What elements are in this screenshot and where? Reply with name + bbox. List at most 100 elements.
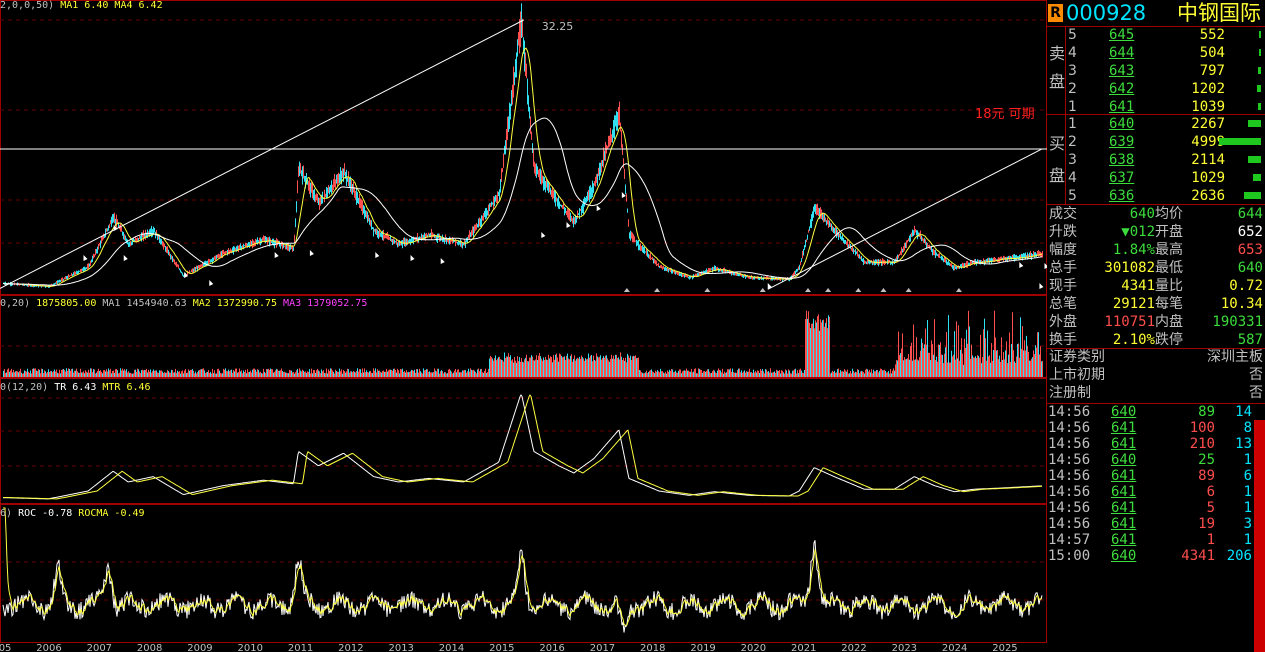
ask-price: 643 [1109, 63, 1135, 79]
ask-row[interactable]: 2 642 1202 [1047, 80, 1265, 98]
info-value: 否 [1249, 385, 1263, 401]
vol-ma1: MA1 1454940.63 [102, 298, 187, 309]
stat-value: 301082 [1104, 260, 1155, 276]
volume-legend: 0,20) 1875805.00 MA1 1454940.63 MA2 1372… [0, 298, 367, 310]
year-tick: 2009 [187, 643, 212, 652]
ask-price: 644 [1109, 45, 1135, 61]
tick-row[interactable]: 15:00 640 4341 206 [1047, 547, 1265, 565]
year-tick: 2014 [439, 643, 464, 652]
year-tick: 2015 [489, 643, 514, 652]
bid-price: 638 [1109, 152, 1135, 168]
tr-value: TR 6.43 [54, 382, 97, 393]
mtr-line [3, 394, 1043, 500]
peak-label: 32.25 [542, 20, 574, 33]
ask-row[interactable]: 3 643 797 [1047, 62, 1265, 80]
tick-scrollbar[interactable] [1254, 420, 1265, 652]
ask-depth-bar [1258, 67, 1261, 74]
tick-time: 15:00 [1048, 548, 1091, 564]
stat-row: 外盘 110751 内盘 190331 [1047, 313, 1265, 331]
stat-label: 开盘 [1155, 224, 1183, 240]
roc-line [2, 540, 1043, 633]
tr-legend-params: 0(12,20) [0, 382, 49, 393]
bottom-marker [623, 288, 630, 292]
bid-price: 640 [1109, 116, 1135, 132]
bottom-marker [704, 288, 711, 292]
signal-marker [410, 255, 415, 261]
info-row: 注册制 否 [1047, 384, 1265, 402]
bid-volume: 2636 [1191, 188, 1225, 204]
ma4-value: MA4 6.42 [114, 0, 163, 11]
signal-marker [440, 258, 445, 264]
main-legend-params: 2,0,0,50) [0, 0, 55, 11]
vol-ma3: MA3 1379052.75 [283, 298, 368, 309]
stat-label: 最低 [1155, 260, 1183, 276]
ask-depth-bar [1259, 49, 1261, 56]
year-tick: 2016 [539, 643, 564, 652]
kline-chart-area[interactable]: 2005 2006 2007 2008 2009 2010 2011 2012 2013 2014… [0, 0, 1047, 652]
stat-label: 现手 [1049, 278, 1077, 294]
bid-row[interactable]: 4 637 1029 [1047, 169, 1265, 187]
year-tick: 2020 [741, 643, 766, 652]
bid-row[interactable]: 3 638 2114 [1047, 151, 1265, 169]
year-tick: 2012 [338, 643, 363, 652]
vol-ma2: MA2 1372990.75 [192, 298, 278, 309]
stat-value: ▼012 [1121, 224, 1155, 240]
year-tick: 2007 [87, 643, 112, 652]
stat-label: 换手 [1049, 332, 1077, 348]
year-tick: 2023 [892, 643, 917, 652]
stat-row: 现手 4341 量比 0.72 [1047, 277, 1265, 295]
stat-value: 640 [1129, 206, 1155, 222]
stat-value: 587 [1237, 332, 1263, 348]
ask-depth-bar [1259, 31, 1261, 38]
tick-count: 206 [1226, 548, 1252, 564]
pane-border-2 [0, 378, 1047, 504]
pane-border-3 [0, 504, 1047, 643]
bid-row[interactable]: 2 639 4999 [1047, 133, 1265, 151]
stat-value: 653 [1237, 242, 1263, 258]
stat-label: 总笔 [1049, 296, 1077, 312]
stat-value: 190331 [1212, 314, 1263, 330]
signal-marker [1019, 262, 1024, 268]
ma1-value: MA1 6.40 [60, 0, 109, 11]
bottom-marker [759, 288, 766, 292]
roc-legend: 6) ROC -0.78 ROCMA -0.49 [0, 508, 145, 520]
info-value: 深圳主板 [1207, 349, 1263, 365]
stat-value: 110751 [1104, 314, 1155, 330]
stat-value: 4341 [1121, 278, 1155, 294]
year-tick: 2006 [36, 643, 61, 652]
ask-depth-bar [1258, 103, 1261, 110]
stock-code: 000928 [1066, 1, 1147, 25]
stat-label: 内盘 [1155, 314, 1183, 330]
year-tick: 2008 [137, 643, 162, 652]
stat-value: 10.34 [1220, 296, 1263, 312]
ask-depth-bar [1257, 85, 1261, 92]
bid-row[interactable]: 5 636 2636 [1047, 187, 1265, 205]
candles [3, 3, 1043, 288]
bottom-marker [880, 288, 887, 292]
stat-label: 幅度 [1049, 242, 1077, 258]
mtr-value: MTR 6.46 [102, 382, 151, 393]
bid-level: 2 [1068, 134, 1077, 150]
buy-label: 买盘 [1049, 134, 1066, 185]
stat-value: 644 [1237, 206, 1263, 222]
stat-label: 成交 [1049, 206, 1077, 222]
bid-row[interactable]: 1 640 2267 [1047, 115, 1265, 133]
bid-depth-bar [1248, 120, 1261, 127]
signal-marker [83, 255, 88, 261]
info-label: 上市初期 [1049, 367, 1105, 383]
bottom-marker [955, 288, 962, 292]
ask-row[interactable]: 5 645 552 [1047, 26, 1265, 44]
signal-marker [541, 232, 546, 238]
ask-row[interactable]: 4 644 504 [1047, 44, 1265, 62]
stat-label: 升跌 [1049, 224, 1077, 240]
stat-value: 0.72 [1229, 278, 1263, 294]
ask-volume: 797 [1199, 63, 1225, 79]
book-divider [1065, 26, 1066, 204]
signal-marker [274, 252, 279, 258]
tr-line [2, 394, 1042, 500]
margin-badge: R [1048, 4, 1063, 22]
bid-level: 1 [1068, 116, 1077, 132]
stat-label: 量比 [1155, 278, 1183, 294]
bid-price: 639 [1109, 134, 1135, 150]
stock-name: 中钢国际 [1177, 1, 1261, 25]
